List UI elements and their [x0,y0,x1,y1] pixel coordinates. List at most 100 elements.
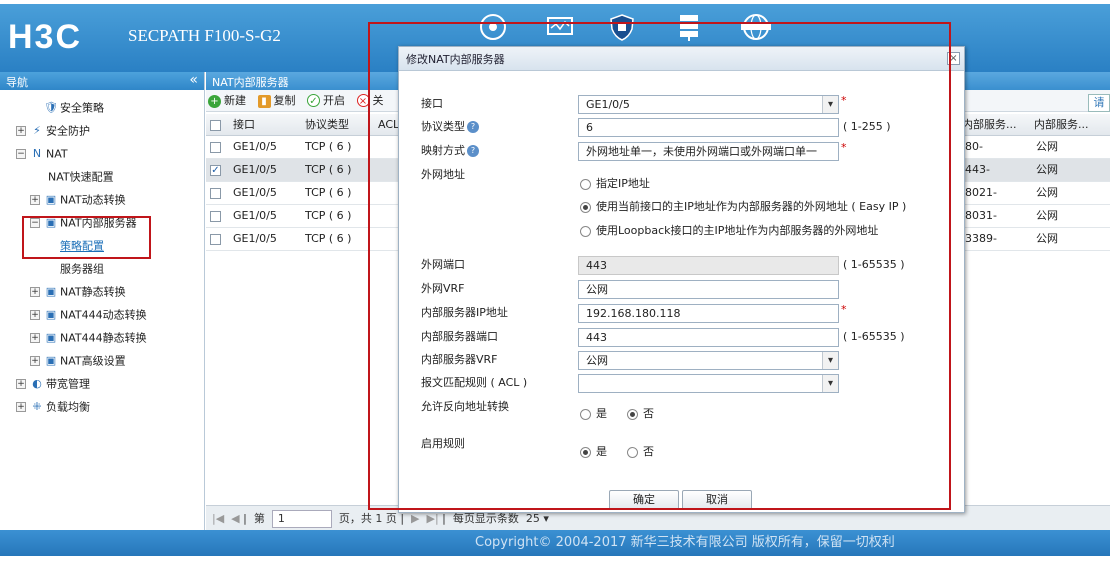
close-icon[interactable]: × [947,52,960,65]
sidebar-item[interactable]: + ▣ NAT444动态转换 [0,303,204,326]
cell-protocol: TCP ( 6 ) [305,209,352,222]
reverse-no-radio[interactable]: 否 [627,405,654,421]
row-checkbox[interactable]: ✓ [210,159,221,181]
required-mark: * [841,303,847,316]
expand-icon[interactable]: + [30,310,40,320]
reverse-yes-radio[interactable]: 是 [580,405,607,421]
select-all-checkbox[interactable] [210,114,221,136]
sidebar-item[interactable]: 服务器组 [0,257,204,280]
delete-icon: × [356,94,370,107]
menu-item-icon: ⚡ [33,124,41,137]
radio-easy-ip[interactable]: 使用当前接口的主IP地址作为内部服务器的外网地址 ( Easy IP ) [580,198,906,214]
sidebar: 导航 « 🛡 安全策略 + ⚡ 安全防护 − N NAT NAT快速配置 + ▣ NAT动态转换 − ▣ N… [0,72,205,530]
prev-page-icon[interactable]: ◀ [231,512,239,525]
col-acl[interactable]: ACL [378,114,399,136]
interface-select[interactable]: GE1/0/5 [578,95,839,114]
internal-ip-input[interactable]: 192.168.180.118 [578,304,839,323]
sidebar-item[interactable]: + ⁜ 负载均衡 [0,395,204,418]
radio-specify-ip[interactable]: 指定IP地址 [580,175,650,191]
menu-item-icon: ▣ [45,285,57,298]
col-internal-vrf[interactable]: 内部服务... [1034,114,1089,136]
sidebar-item-label: 负载均衡 [46,400,90,414]
mapping-select[interactable]: 外网地址单一，未使用外网端口或外网端口单一 [578,142,839,161]
first-page-icon[interactable]: |◀ [212,512,224,525]
acl-select[interactable] [578,374,839,393]
sidebar-item[interactable]: + ◐ 带宽管理 [0,372,204,395]
cell-internal-vrf: 公网 [1036,186,1058,199]
col-protocol[interactable]: 协议类型 [305,114,349,136]
expand-icon[interactable]: + [16,379,26,389]
sidebar-item-label: 服务器组 [60,262,104,276]
expand-icon[interactable]: + [16,402,26,412]
sidebar-item[interactable]: − N NAT [0,142,204,165]
internal-port-input[interactable]: 443 [578,328,839,347]
menu-item-icon: ▣ [45,193,57,206]
page-input[interactable]: 1 [271,510,332,528]
sidebar-item-label: NAT [46,147,68,161]
per-page-select[interactable]: 25 ▾ [526,512,549,525]
row-checkbox[interactable] [210,136,221,158]
external-vrf-input[interactable]: 公网 [578,280,839,299]
internal-vrf-select[interactable]: 公网 [578,351,839,370]
menu-item-icon: ▣ [45,331,57,344]
col-internal-port[interactable]: 内部服务... [962,114,1017,136]
sidebar-item[interactable]: + ▣ NAT静态转换 [0,280,204,303]
delete-button[interactable]: × 关 [356,92,384,110]
internal-port-label: 内部服务器端口 [421,330,498,343]
protocol-input[interactable]: 6 [578,118,839,137]
cell-internal-port: 443- [965,163,990,176]
sidebar-item[interactable]: NAT快速配置 [0,165,204,188]
cell-interface: GE1/0/5 [233,186,277,199]
sidebar-item[interactable]: + ⚡ 安全防护 [0,119,204,142]
expand-icon[interactable]: + [16,126,26,136]
cancel-button[interactable]: 取消 [682,490,752,510]
row-checkbox[interactable] [210,228,221,250]
sidebar-item-label: NAT动态转换 [60,193,126,207]
external-port-input[interactable]: 443 [578,256,839,275]
last-page-icon[interactable]: ▶| [427,512,439,525]
internal-ip-label: 内部服务器IP地址 [421,306,508,319]
new-button[interactable]: + 新建 [208,92,246,110]
ok-button[interactable]: 确定 [609,490,679,510]
sidebar-item-label: NAT444静态转换 [60,331,147,345]
col-interface[interactable]: 接口 [233,114,255,136]
edit-nat-server-dialog: 修改NAT内部服务器 × 接口 GE1/0/5 * 协议类型? 6 ( 1-25… [398,46,965,513]
search-button[interactable]: 请 [1088,94,1110,112]
enable-button[interactable]: ✓ 开启 [307,92,345,110]
page-label: 第 [253,512,265,525]
expand-icon[interactable]: + [30,195,40,205]
sidebar-item-label: NAT高级设置 [60,354,126,368]
sidebar-item[interactable]: 🛡 安全策略 [0,96,204,119]
next-page-icon[interactable]: ▶ [411,512,419,525]
sidebar-item[interactable]: + ▣ NAT高级设置 [0,349,204,372]
collapse-icon[interactable]: − [16,149,26,159]
cell-internal-port: 8021- [965,186,997,199]
cell-internal-vrf: 公网 [1036,209,1058,222]
sidebar-item[interactable]: + ▣ NAT444静态转换 [0,326,204,349]
sidebar-item-label: NAT444动态转换 [60,308,147,322]
internal-vrf-label: 内部服务器VRF [421,353,498,366]
monitor-icon[interactable] [543,12,577,46]
help-icon[interactable]: ? [467,121,479,133]
interface-label: 接口 [421,97,443,110]
copy-button[interactable]: ▮ 复制 [257,92,296,110]
sidebar-title: 导航 [6,76,28,89]
external-address-label: 外网地址 [421,168,465,181]
row-checkbox[interactable] [210,182,221,204]
expand-icon[interactable]: + [30,333,40,343]
dashboard-icon[interactable] [476,12,510,46]
row-checkbox[interactable] [210,205,221,227]
radio-loopback[interactable]: 使用Loopback接口的主IP地址作为内部服务器的外网地址 [580,222,878,238]
server-icon[interactable] [672,12,706,46]
expand-icon[interactable]: + [30,287,40,297]
help-icon[interactable]: ? [467,145,479,157]
internet-icon[interactable] [739,12,773,46]
cell-protocol: TCP ( 6 ) [305,186,352,199]
internal-port-range: ( 1-65535 ) [843,330,905,343]
shield-icon[interactable] [605,12,639,46]
collapse-icon[interactable]: « [189,72,198,88]
enable-no-radio[interactable]: 否 [627,443,654,459]
expand-icon[interactable]: + [30,356,40,366]
sidebar-item[interactable]: + ▣ NAT动态转换 [0,188,204,211]
enable-yes-radio[interactable]: 是 [580,443,607,459]
